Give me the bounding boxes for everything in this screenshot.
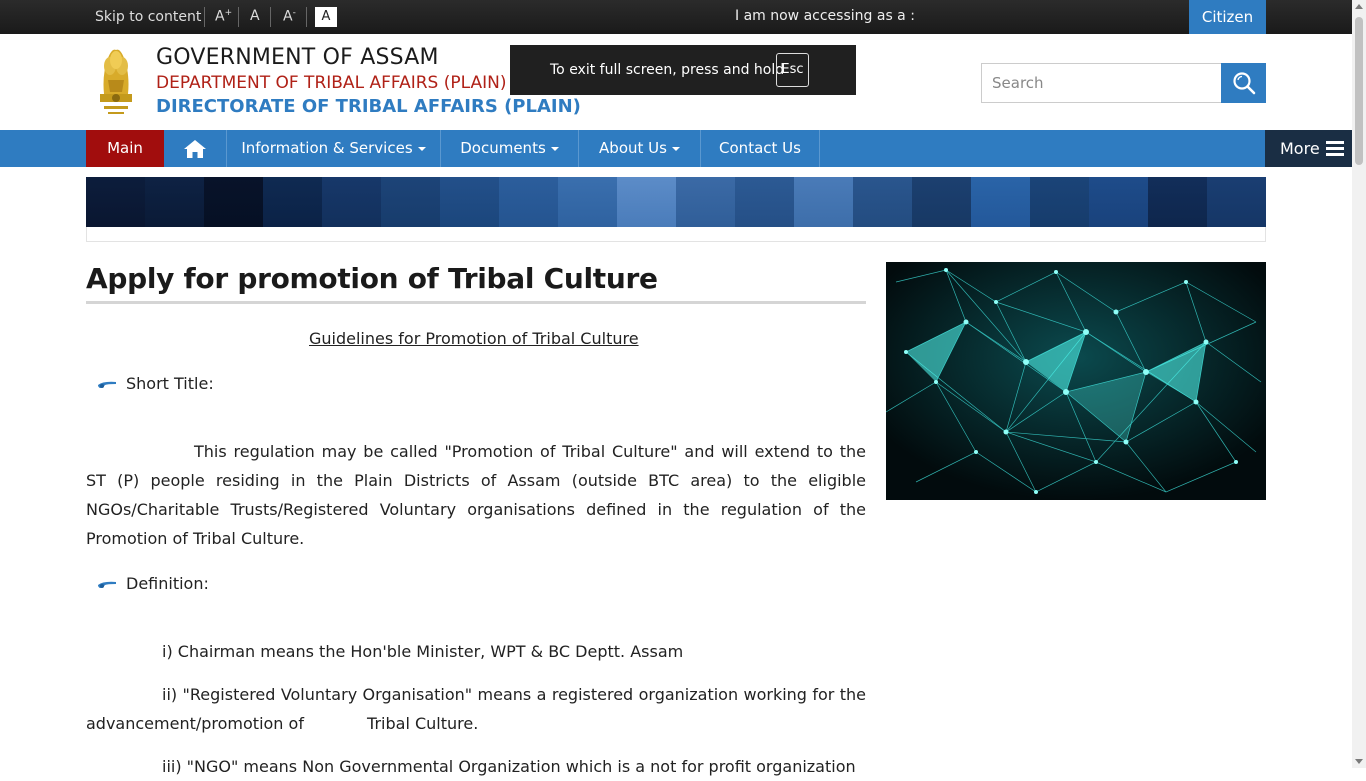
search-box bbox=[981, 63, 1222, 103]
accessing-as-label: I am now accessing as a : bbox=[735, 8, 915, 24]
nav-information-services[interactable]: Information & Services bbox=[227, 130, 441, 167]
directorate-title[interactable]: DIRECTORATE OF TRIBAL AFFAIRS (PLAIN) bbox=[156, 96, 581, 117]
guidelines-link[interactable]: Guidelines for Promotion of Tribal Cultu… bbox=[309, 329, 639, 348]
short-title-label: Short Title: bbox=[126, 374, 214, 393]
nav-contact-us[interactable]: Contact Us bbox=[701, 130, 820, 167]
divider bbox=[306, 7, 307, 27]
definition-item-1: i) Chairman means the Hon'ble Minister, … bbox=[162, 642, 684, 661]
search-input[interactable] bbox=[982, 64, 1221, 102]
more-label: More bbox=[1280, 139, 1320, 158]
banner-underline bbox=[86, 227, 1266, 242]
government-title: GOVERNMENT OF ASSAM bbox=[156, 45, 439, 70]
more-menu-button[interactable]: More bbox=[1265, 130, 1352, 167]
skip-to-content-link[interactable]: Skip to content bbox=[95, 9, 201, 25]
pointing-hand-icon bbox=[98, 381, 116, 388]
nav-about-us[interactable]: About Us bbox=[579, 130, 701, 167]
definition-item-2: ii) "Registered Voluntary Organisation" … bbox=[86, 685, 866, 733]
home-icon bbox=[184, 139, 206, 158]
esc-key-badge: Esc bbox=[776, 53, 809, 87]
search-icon bbox=[1232, 72, 1255, 95]
divider bbox=[270, 7, 271, 27]
accessibility-bar: Skip to content A+ A A- A I am now acces… bbox=[0, 0, 1352, 34]
search-button[interactable] bbox=[1221, 63, 1266, 103]
hamburger-icon bbox=[1326, 141, 1344, 157]
font-increase-button[interactable]: A+ bbox=[215, 8, 232, 25]
nav-home[interactable] bbox=[164, 130, 227, 167]
title-divider bbox=[86, 301, 866, 304]
chevron-down-icon bbox=[671, 146, 680, 151]
fullscreen-notice: To exit full screen, press and hold Esc bbox=[510, 45, 856, 95]
nav-main-tab[interactable]: Main bbox=[86, 130, 164, 167]
divider bbox=[204, 7, 205, 27]
high-contrast-button[interactable]: A bbox=[315, 7, 337, 27]
page-scrollbar[interactable] bbox=[1352, 0, 1366, 768]
divider bbox=[238, 7, 239, 27]
network-graphic-image bbox=[886, 262, 1266, 500]
scrollbar-thumb[interactable] bbox=[1355, 17, 1363, 165]
font-normal-button[interactable]: A bbox=[250, 8, 260, 24]
pointing-hand-icon bbox=[98, 581, 116, 588]
banner-strip bbox=[86, 177, 1266, 227]
state-emblem-logo[interactable] bbox=[94, 44, 138, 118]
short-title-paragraph: This regulation may be called "Promotion… bbox=[86, 442, 866, 548]
department-title: DEPARTMENT OF TRIBAL AFFAIRS (PLAIN) bbox=[156, 73, 507, 93]
main-navigation: Main Information & Services Documents Ab… bbox=[0, 130, 1352, 167]
page-title: Apply for promotion of Tribal Culture bbox=[86, 262, 658, 295]
chevron-down-icon bbox=[417, 146, 426, 151]
definition-item-3: iii) "NGO" means Non Governmental Organi… bbox=[162, 757, 856, 776]
font-decrease-button[interactable]: A- bbox=[283, 8, 296, 25]
fullscreen-message: To exit full screen, press and hold bbox=[550, 62, 785, 78]
scroll-down-arrow-icon[interactable] bbox=[1355, 759, 1363, 764]
definition-label: Definition: bbox=[126, 574, 209, 593]
citizen-role-button[interactable]: Citizen bbox=[1189, 0, 1266, 34]
nav-documents[interactable]: Documents bbox=[441, 130, 579, 167]
scroll-up-arrow-icon[interactable] bbox=[1355, 4, 1363, 9]
chevron-down-icon bbox=[550, 146, 559, 151]
